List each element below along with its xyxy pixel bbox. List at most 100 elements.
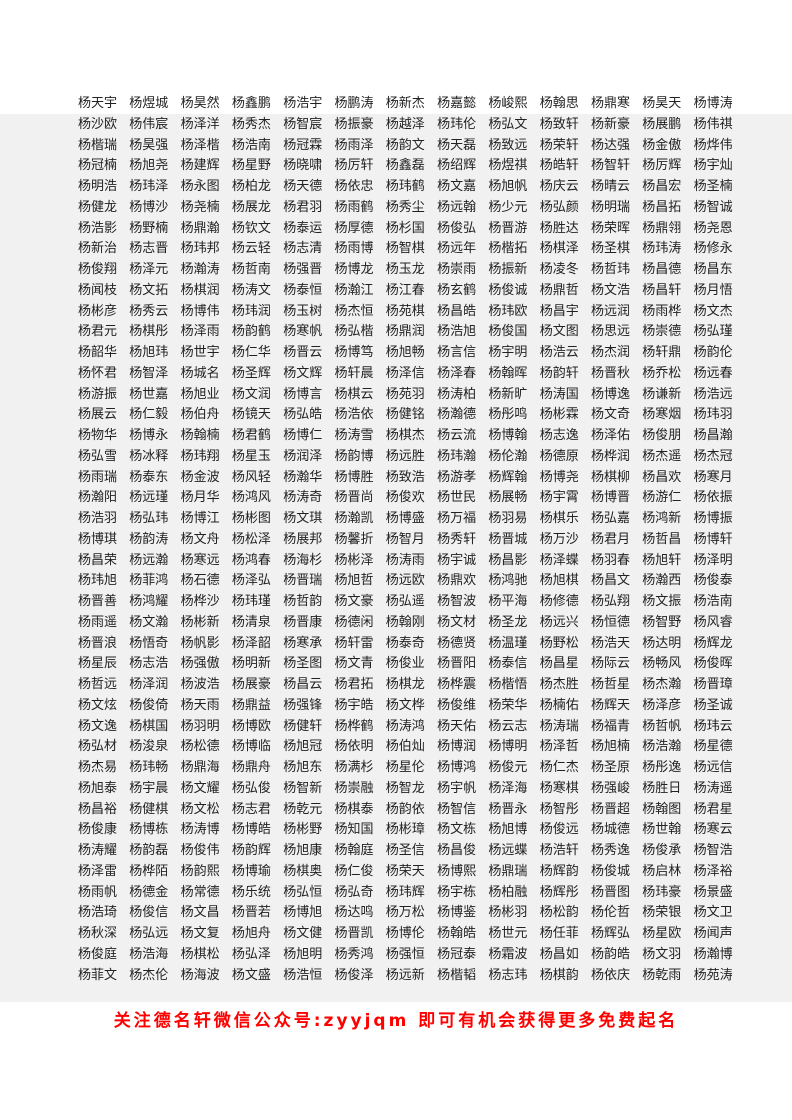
name-cell: 杨浩海: [129, 946, 169, 962]
name-cell: 杨远翰: [437, 199, 477, 215]
name-cell: 杨文青: [334, 656, 374, 672]
name-cell: 杨俊泽: [334, 967, 374, 983]
name-cell: 杨新豪: [591, 116, 631, 132]
name-cell: 杨圣辉: [231, 365, 271, 381]
name-cell: 杨翰庭: [334, 843, 374, 858]
name-row: 杨游振 杨世嘉 杨旭业 杨文润 杨博言 杨棋云 杨苑羽 杨涛柏 杨新旷 杨涛国 杨博逸 杨谦新 杨浩远: [0, 385, 792, 406]
name-cell: 杨昌云: [283, 677, 323, 692]
name-cell: 杨智轩: [591, 158, 631, 174]
name-cell: 杨苑涛: [693, 967, 733, 983]
name-cell: 杨厚德: [334, 220, 374, 236]
name-cell: 杨鼎寒: [591, 96, 631, 111]
name-cell: 杨涛国: [539, 386, 579, 402]
name-cell: 杨旭畅: [385, 345, 425, 360]
name-cell: 杨羽明: [180, 718, 220, 734]
name-cell: 杨涛雨: [385, 552, 425, 568]
name-cell: 杨浩瀚: [642, 739, 682, 755]
name-cell: 杨韵依: [385, 801, 425, 817]
name-row: 杨玮旭 杨菲鸿 杨石德 杨泽弘 杨晋瑞 杨旭哲 杨远欧 杨鼎欢 杨鸿驰 杨旭棋 杨昌文 杨瀚西 杨俊泰: [0, 571, 792, 592]
name-cell: 杨健棋: [129, 801, 169, 817]
name-cell: 杨庆云: [539, 179, 579, 194]
name-cell: 杨游振: [78, 386, 118, 402]
name-cell: 杨世嘉: [129, 386, 169, 402]
name-table: 杨天宇 杨煜城 杨昊然 杨鑫鹏 杨浩宇 杨鹏涛 杨新杰 杨嘉懿 杨峻熙 杨翰思 杨鼎寒 杨昊天 杨博涛杨…: [0, 94, 792, 986]
name-cell: 杨泽楷: [180, 137, 220, 153]
name-cell: 杨闻声: [693, 926, 733, 941]
name-cell: 杨伯舟: [180, 407, 220, 423]
name-cell: 杨昌宏: [642, 179, 682, 194]
name-cell: 杨建辉: [180, 158, 220, 174]
name-row: 杨昌裕 杨健棋 杨文松 杨志君 杨乾元 杨棋泰 杨韵依 杨智信 杨晋永 杨智彤 杨晋超 杨翰图 杨君星: [0, 800, 792, 821]
name-cell: 杨昌星: [539, 656, 579, 672]
name-cell: 杨柏融: [488, 884, 528, 900]
name-cell: 杨峻熙: [488, 96, 528, 111]
name-row: 杨雨帆 杨德金 杨常德 杨乐统 杨弘恒 杨弘奇 杨玮辉 杨宇栋 杨柏融 杨辉彤 杨晋图 杨玮豪 杨景盛: [0, 883, 792, 904]
name-cell: 杨乐统: [231, 884, 271, 900]
name-cell: 杨博永: [129, 428, 169, 443]
name-cell: 杨杰瀚: [642, 677, 682, 692]
name-cell: 杨弘泽: [231, 946, 271, 962]
name-cell: 杨天佑: [437, 718, 477, 734]
name-cell: 杨波浩: [180, 677, 220, 692]
name-cell: 杨寒月: [693, 469, 733, 485]
name-cell: 杨知国: [334, 822, 374, 838]
name-cell: 杨哲星: [591, 677, 631, 692]
name-cell: 杨浩依: [334, 407, 374, 423]
name-cell: 杨彬新: [180, 614, 220, 630]
name-cell: 杨文琪: [283, 511, 323, 526]
name-cell: 杨德贤: [437, 635, 477, 651]
name-cell: 杨宇明: [488, 345, 528, 360]
name-cell: 杨星德: [693, 739, 733, 755]
name-cell: 杨星伦: [385, 760, 425, 775]
name-cell: 杨玮云: [693, 718, 733, 734]
name-cell: 杨任菲: [539, 926, 579, 941]
name-cell: 杨昌德: [642, 262, 682, 277]
name-cell: 杨瀚凯: [334, 511, 374, 526]
name-cell: 杨厉辉: [642, 158, 682, 174]
name-cell: 杨浩恒: [283, 967, 323, 983]
name-cell: 杨哲帆: [642, 718, 682, 734]
name-cell: 杨鹏涛: [334, 96, 374, 111]
name-cell: 杨君星: [693, 801, 733, 817]
name-cell: 杨寒帆: [283, 324, 323, 340]
name-cell: 杨景盛: [693, 884, 733, 900]
name-cell: 杨智龙: [385, 780, 425, 796]
name-cell: 杨昌裕: [78, 801, 118, 817]
name-row: 杨明浩 杨玮泽 杨永图 杨柏龙 杨天德 杨依忠 杨玮鹤 杨文嘉 杨旭帆 杨庆云 杨晴云 杨昌宏 杨圣楠: [0, 177, 792, 198]
name-cell: 杨涛雪: [334, 428, 374, 443]
name-cell: 杨晋善: [78, 594, 118, 609]
name-cell: 杨菲鸿: [129, 573, 169, 589]
name-cell: 杨文振: [642, 594, 682, 609]
name-cell: 杨文耀: [180, 780, 220, 796]
name-cell: 杨游孝: [437, 469, 477, 485]
name-cell: 杨涛柏: [437, 386, 477, 402]
name-cell: 杨雨鹤: [334, 199, 374, 215]
name-cell: 杨鼎海: [180, 760, 220, 775]
name-cell: 杨崇德: [642, 324, 682, 340]
name-cell: 杨泽润: [129, 677, 169, 692]
name-cell: 杨旭冠: [283, 739, 323, 755]
name-cell: 杨冠霖: [283, 137, 323, 153]
name-cell: 杨浩南: [693, 594, 733, 609]
name-cell: 杨哲南: [231, 262, 271, 277]
name-cell: 杨俊元: [488, 760, 528, 775]
name-cell: 杨晋图: [591, 884, 631, 900]
name-cell: 杨文辉: [283, 365, 323, 381]
name-cell: 杨泰运: [283, 220, 323, 236]
name-cell: 杨苑棋: [385, 303, 425, 319]
name-cell: 杨远兴: [539, 614, 579, 630]
name-cell: 杨泽洋: [180, 116, 220, 132]
name-cell: 杨展龙: [231, 199, 271, 215]
name-cell: 杨晋游: [488, 220, 528, 236]
name-cell: 杨远瀚: [129, 552, 169, 568]
name-cell: 杨智棋: [385, 241, 425, 257]
name-cell: 杨杰恒: [334, 303, 374, 319]
name-cell: 杨浩旭: [437, 324, 477, 340]
name-cell: 杨文奇: [591, 407, 631, 423]
name-cell: 杨风轻: [231, 469, 271, 485]
name-cell: 杨文松: [180, 801, 220, 817]
name-cell: 杨旭玮: [129, 345, 169, 360]
name-cell: 杨俊伟: [180, 843, 220, 858]
name-cell: 杨泽雨: [180, 324, 220, 340]
name-row: 杨闻枝 杨文拓 杨棋润 杨涛文 杨泰恒 杨瀚江 杨江春 杨玄鹤 杨俊诚 杨鼎哲 杨文浩 杨昌轩 杨月悟: [0, 281, 792, 302]
